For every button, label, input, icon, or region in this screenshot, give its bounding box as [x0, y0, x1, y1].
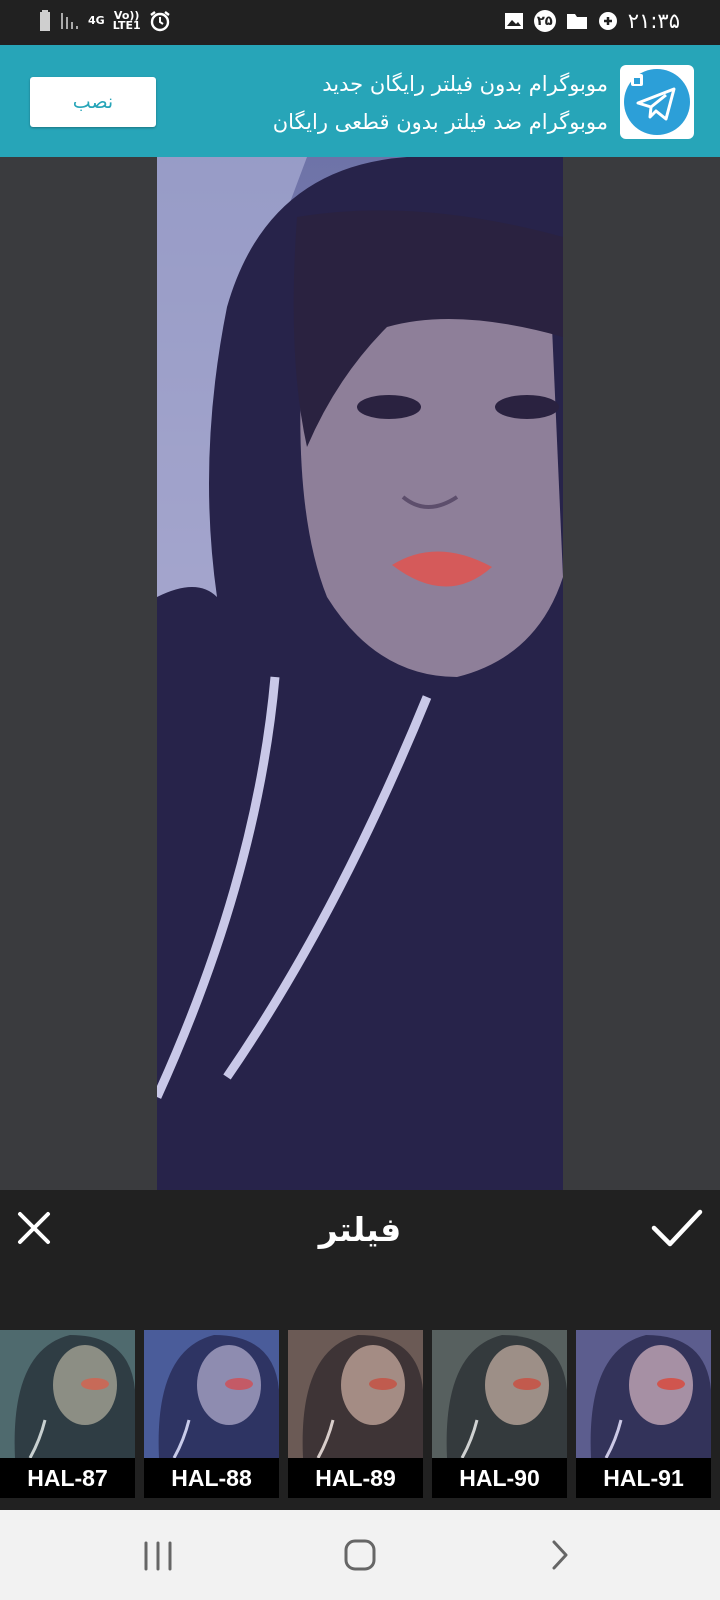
- filter-item[interactable]: HAL-88: [144, 1330, 279, 1498]
- photo-preview-area: [0, 157, 720, 1190]
- editor-title: فیلتر: [318, 1210, 402, 1249]
- clock: ۲۱:۳۵: [627, 9, 680, 33]
- ad-line-1: موبوگرام بدون فیلتر رایگان جدید: [322, 72, 608, 96]
- install-button[interactable]: نصب: [30, 77, 156, 127]
- battery-icon: [40, 10, 50, 31]
- system-nav-bar: [0, 1510, 720, 1600]
- filter-item[interactable]: HAL-91: [576, 1330, 711, 1498]
- filter-label: HAL-88: [144, 1458, 279, 1498]
- app-notification-icon: [598, 12, 617, 30]
- filter-label: HAL-87: [0, 1458, 135, 1498]
- gallery-icon: [504, 13, 523, 29]
- filter-list: HAL-87 HAL-88 HAL-89 HAL-90 HAL-91: [0, 1330, 720, 1498]
- ad-text: موبوگرام بدون فیلتر رایگان جدید موبوگرام…: [188, 65, 608, 141]
- filter-label: HAL-89: [288, 1458, 423, 1498]
- volte-indicator: Vo)) LTE1: [112, 9, 141, 32]
- back-icon[interactable]: [530, 1530, 590, 1580]
- recents-icon[interactable]: [128, 1530, 188, 1580]
- filter-item[interactable]: HAL-90: [432, 1330, 567, 1498]
- filter-item[interactable]: HAL-89: [288, 1330, 423, 1498]
- telegram-plane-icon: [624, 69, 690, 135]
- folder-icon: [566, 14, 587, 29]
- portrait-image: [157, 157, 563, 1190]
- filter-thumbnail: [576, 1330, 711, 1458]
- filter-thumbnail: [144, 1330, 279, 1458]
- filter-editor-panel: فیلتر HAL-87 HAL-88 HAL-89 HAL-90 HAL-91: [0, 1190, 720, 1510]
- alarm-icon: [149, 11, 170, 32]
- check-icon[interactable]: [650, 1206, 704, 1250]
- signal-icon: [61, 13, 78, 29]
- network-type: 4G: [88, 14, 105, 27]
- filter-label: HAL-91: [576, 1458, 711, 1498]
- filter-thumbnail: [432, 1330, 567, 1458]
- filter-item[interactable]: HAL-87: [0, 1330, 135, 1498]
- photo-preview[interactable]: [157, 157, 563, 1190]
- filter-thumbnail: [0, 1330, 135, 1458]
- status-bar: 4G Vo)) LTE1 ۲۵ ۲۱:۳۵: [0, 0, 720, 45]
- notification-badge: ۲۵: [533, 10, 556, 32]
- filter-label: HAL-90: [432, 1458, 567, 1498]
- app-icon[interactable]: [620, 65, 694, 139]
- home-icon[interactable]: [330, 1530, 390, 1580]
- ad-line-2: موبوگرام ضد فیلتر بدون قطعی رایگان: [272, 110, 608, 134]
- filter-thumbnail: [288, 1330, 423, 1458]
- ad-banner[interactable]: نصب موبوگرام بدون فیلتر رایگان جدید موبو…: [0, 45, 720, 157]
